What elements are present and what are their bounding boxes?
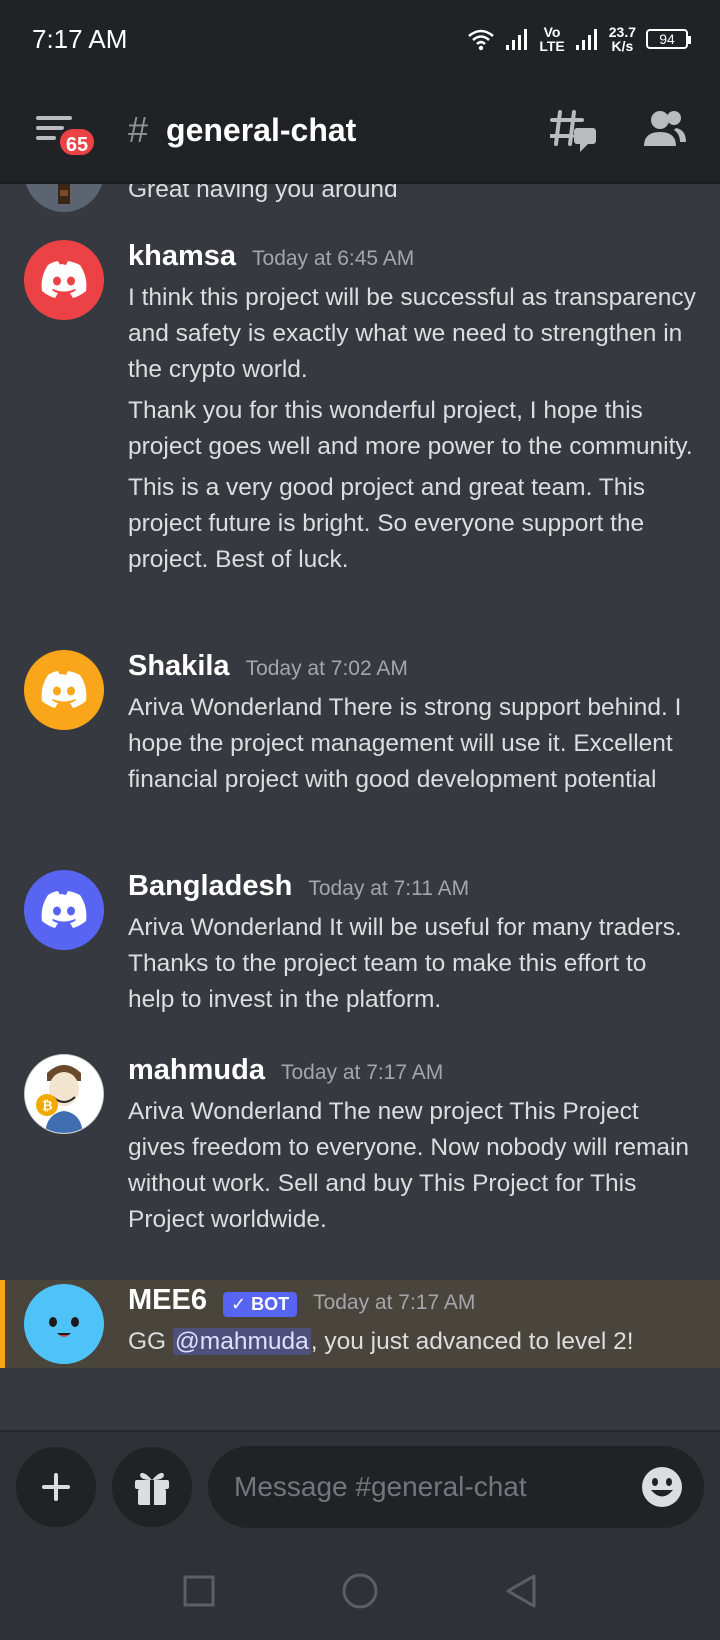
status-indicators: Vo LTE 23.7 K/s 94 (467, 25, 691, 53)
signal-icon (506, 29, 528, 50)
members-icon[interactable] (640, 106, 688, 154)
threads-icon[interactable] (550, 106, 598, 154)
avatar[interactable] (24, 184, 104, 212)
discord-logo-icon (41, 671, 87, 708)
author-name[interactable]: Bangladesh (128, 870, 292, 903)
message-text: Great having you around (128, 184, 398, 203)
message-input[interactable] (234, 1471, 640, 1503)
user-mention[interactable]: @mahmuda (172, 1328, 311, 1355)
network-bottom: LTE (539, 38, 565, 54)
avatar[interactable] (24, 1284, 104, 1364)
message-text: Ariva Wonderland The new project This Pr… (128, 1098, 690, 1233)
status-time: 7:17 AM (32, 23, 128, 54)
svg-text:₿: ₿ (42, 1099, 53, 1114)
message-text: Ariva Wonderland There is strong support… (128, 694, 682, 793)
avatar[interactable] (24, 870, 104, 950)
wifi-icon (468, 29, 495, 51)
message-timestamp: Today at 6:45 AM (252, 247, 415, 270)
status-bar: 7:17 AM Vo LTE 23.7 K/s 94 (0, 0, 720, 78)
discord-logo-icon (41, 891, 87, 928)
discord-logo-icon (41, 261, 87, 298)
message-text-before: GG (128, 1328, 173, 1355)
author-name[interactable]: khamsa (128, 240, 236, 273)
bitcoin-mask-avatar-icon: ₿ (25, 1055, 103, 1133)
message-text: Ariva Wonderland It will be useful for m… (128, 914, 682, 1013)
chat-area[interactable]: Great having you around khamsa Today at … (0, 184, 720, 1430)
message-composer (0, 1430, 720, 1542)
back-icon[interactable] (504, 1573, 538, 1609)
chat-message: khamsa Today at 6:45 AM I think this pro… (0, 240, 720, 610)
chat-message: Bangladesh Today at 7:11 AM Ariva Wonder… (0, 870, 720, 1020)
channel-hash-icon: # (128, 109, 149, 150)
avatar[interactable] (24, 240, 104, 320)
message-input-wrapper[interactable] (208, 1446, 704, 1528)
home-icon[interactable] (341, 1572, 379, 1610)
gift-button[interactable] (112, 1447, 192, 1527)
battery-indicator: 94 (646, 29, 691, 49)
system-navigation-bar (0, 1542, 720, 1640)
message-text: GG @mahmuda, you just advanced to level … (128, 1324, 696, 1360)
avatar[interactable]: ₿ (24, 1054, 104, 1134)
bot-badge: ✓ BOT (222, 1291, 298, 1317)
message-text: This is a very good project and great te… (128, 474, 646, 573)
channel-header: 65 # general-chat (0, 78, 720, 184)
speed-value: 23.7 (608, 24, 636, 40)
speed-unit: K/s (611, 38, 634, 54)
plus-icon (42, 1473, 70, 1501)
gift-icon (135, 1472, 169, 1505)
author-name[interactable]: MEE6 (128, 1284, 207, 1317)
signal-icon-2 (575, 29, 597, 50)
network-top: Vo (543, 24, 561, 40)
add-attachment-button[interactable] (16, 1447, 96, 1527)
message-text-after: , you just advanced to level 2! (310, 1328, 634, 1355)
chat-message: Shakila Today at 7:02 AM Ariva Wonderlan… (0, 650, 720, 830)
author-name[interactable]: mahmuda (128, 1054, 265, 1087)
network-type: Vo LTE (539, 25, 564, 53)
message-text: I think this project will be successful … (128, 284, 696, 383)
author-name[interactable]: Shakila (128, 650, 230, 683)
mee6-face-icon (49, 1317, 79, 1337)
message-text: Thank you for this wonderful project, I … (128, 397, 693, 460)
chat-message: ₿ mahmuda Today at 7:17 AM Ariva Wonderl… (0, 1054, 720, 1244)
recents-icon[interactable] (182, 1574, 216, 1608)
chat-message: MEE6 ✓ BOT Today at 7:17 AM GG @mahmuda,… (0, 1284, 720, 1368)
message-timestamp: Today at 7:11 AM (308, 877, 470, 900)
chat-message: Great having you around (0, 184, 720, 232)
menu-button[interactable]: 65 (32, 100, 97, 160)
channel-title: general-chat (166, 111, 357, 148)
pixel-avatar-icon (58, 184, 70, 204)
message-timestamp: Today at 7:17 AM (313, 1291, 476, 1314)
unread-badge: 65 (57, 126, 97, 158)
message-timestamp: Today at 7:17 AM (280, 1061, 444, 1084)
emoji-icon[interactable] (640, 1465, 684, 1509)
message-timestamp: Today at 7:02 AM (245, 657, 408, 680)
network-speed: 23.7 K/s (609, 25, 636, 53)
avatar[interactable] (24, 650, 104, 730)
